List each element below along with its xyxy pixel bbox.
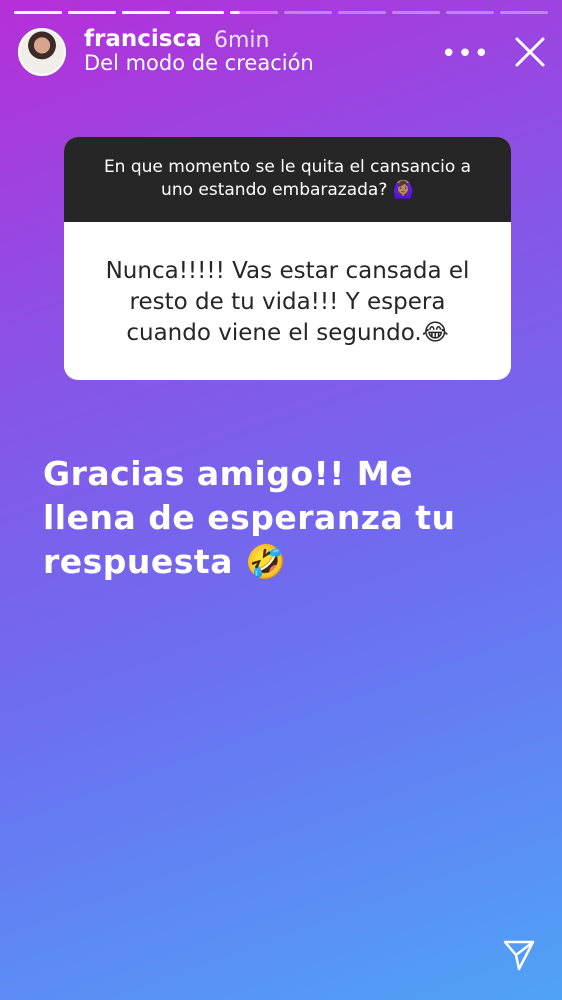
progress-segment bbox=[338, 11, 386, 14]
story-reply-text: Gracias amigo!! Me llena de esperanza tu… bbox=[43, 454, 456, 581]
username[interactable]: francisca bbox=[84, 26, 202, 52]
more-dots-icon[interactable]: ••• bbox=[441, 39, 490, 69]
progress-segment bbox=[122, 11, 170, 14]
progress-segment bbox=[68, 11, 116, 14]
avatar[interactable] bbox=[18, 28, 66, 76]
progress-segment bbox=[446, 11, 494, 14]
answer-text: Nunca!!!!! Vas estar cansada el resto de… bbox=[105, 258, 470, 346]
send-icon[interactable] bbox=[502, 938, 536, 972]
story-header: francisca 6min Del modo de creación ••• bbox=[18, 26, 548, 78]
progress-segment bbox=[500, 11, 548, 14]
question-answer-card: En que momento se le quita el cansancio … bbox=[64, 137, 511, 380]
progress-segment bbox=[284, 11, 332, 14]
story-progress-bar bbox=[14, 11, 548, 14]
progress-segment bbox=[176, 11, 224, 14]
story-time: 6min bbox=[214, 28, 270, 53]
progress-segment bbox=[14, 11, 62, 14]
progress-segment-active bbox=[230, 11, 278, 14]
close-icon[interactable] bbox=[512, 34, 548, 70]
story-subtitle[interactable]: Del modo de creación bbox=[84, 51, 314, 75]
question-text: En que momento se le quita el cansancio … bbox=[64, 137, 511, 222]
progress-segment bbox=[392, 11, 440, 14]
